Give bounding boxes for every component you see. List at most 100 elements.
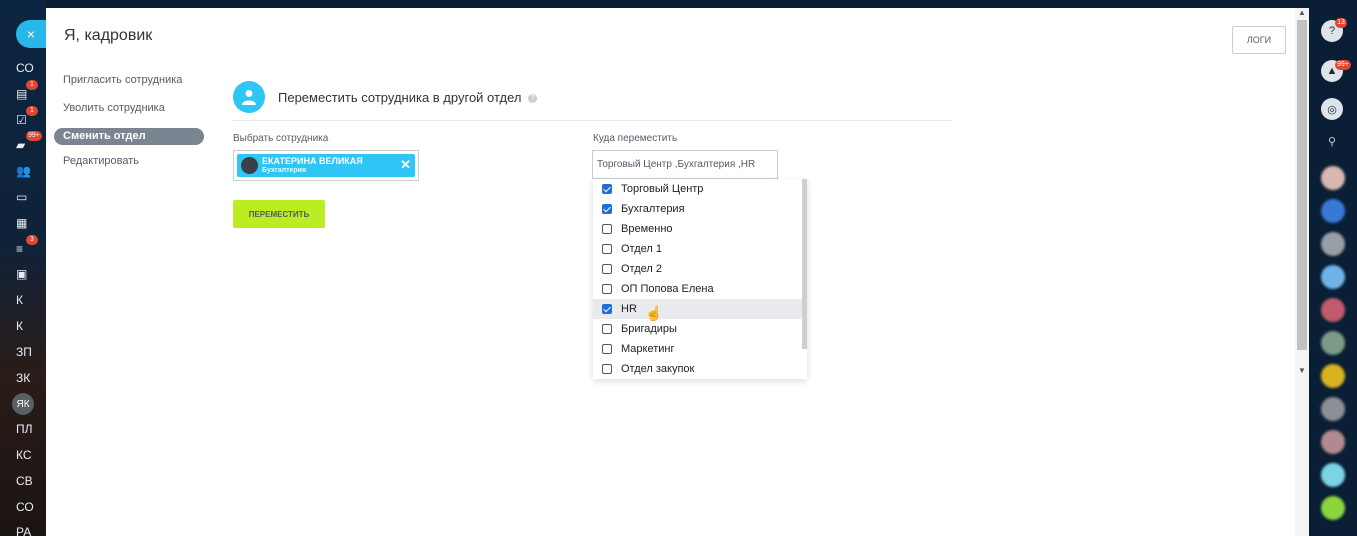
nav-item[interactable]: ≡ 3 <box>0 234 46 259</box>
checkbox[interactable] <box>602 264 612 274</box>
option-label: Временно <box>621 223 673 235</box>
logs-button[interactable]: ЛОГИ <box>1232 26 1286 54</box>
checkbox[interactable] <box>602 244 612 254</box>
side-menu: Пригласить сотрудника Уволить сотрудника С… <box>54 72 204 181</box>
menu-item[interactable]: Уволить сотрудника <box>54 100 204 120</box>
dropdown-option[interactable]: Бригадиры <box>593 319 807 339</box>
checkbox[interactable] <box>602 364 612 374</box>
nav-item[interactable]: ▤ 1 <box>0 79 46 104</box>
checkbox[interactable] <box>602 224 612 234</box>
right-bar: ? 13 ▲ 99+ ◎ ⚲ <box>1309 0 1357 536</box>
avatar[interactable] <box>1321 166 1345 190</box>
nav-label: РА <box>16 525 32 536</box>
avatar[interactable] <box>1321 430 1345 454</box>
employee-dept: Бухгалтерия <box>262 167 307 174</box>
dropdown-option[interactable]: Торговый Центр <box>593 179 807 199</box>
nav-label: ▤ <box>16 86 28 101</box>
avatar[interactable] <box>1321 397 1345 421</box>
menu-item[interactable]: Сменить отдел <box>54 128 204 145</box>
avatar[interactable] <box>1321 265 1345 289</box>
scrollbar-thumb[interactable] <box>1297 20 1307 350</box>
dropdown-option[interactable]: ОП Попова Елена <box>593 279 807 299</box>
nav-item[interactable]: ▣ <box>0 264 46 284</box>
nav-label: ≡ <box>16 241 24 256</box>
nav-item[interactable]: ЗП <box>0 342 46 362</box>
dropdown-scrollbar[interactable] <box>802 179 807 349</box>
destination-label: Куда переместить <box>593 133 678 144</box>
option-label: HR <box>621 303 637 315</box>
page-title: Я, кадровик <box>64 27 153 44</box>
checkbox[interactable] <box>602 344 612 354</box>
dropdown-option[interactable]: Отдел 1 <box>593 239 807 259</box>
avatar[interactable] <box>1321 298 1345 322</box>
nav-label: ПЛ <box>16 422 33 437</box>
checkbox[interactable] <box>602 324 612 334</box>
employee-chip[interactable]: ЕКАТЕРИНА ВЕЛИКАЯ Бухгалтерия ✕ <box>237 154 415 177</box>
avatar[interactable] <box>1321 199 1345 223</box>
checkbox[interactable] <box>602 204 612 214</box>
employee-selector[interactable]: ЕКАТЕРИНА ВЕЛИКАЯ Бухгалтерия ✕ <box>233 150 419 181</box>
nav-label: ▦ <box>16 215 28 230</box>
dropdown-option[interactable]: Бухгалтерия <box>593 199 807 219</box>
main-panel: Я, кадровик ЛОГИ Пригласить сотрудника Ув… <box>46 8 1295 536</box>
destination-input[interactable]: Торговый Центр ,Бухгалтерия ,HR <box>592 150 778 179</box>
section-title-text: Переместить сотрудника в другой отдел <box>278 90 522 105</box>
employee-name: ЕКАТЕРИНА ВЕЛИКАЯ <box>262 156 363 166</box>
avatar[interactable] <box>1321 364 1345 388</box>
nav-label: ЗК <box>16 370 31 385</box>
checkbox[interactable] <box>602 184 612 194</box>
dropdown-option[interactable]: Временно <box>593 219 807 239</box>
chevron-up-icon[interactable]: ▲ <box>1298 8 1306 17</box>
avatar <box>241 157 258 174</box>
dropdown-option[interactable]: HR ☝ <box>593 299 807 321</box>
section-title: Переместить сотрудника в другой отдел ? <box>278 90 538 105</box>
menu-item[interactable]: Редактировать <box>54 153 204 173</box>
avatar[interactable] <box>1321 232 1345 256</box>
nav-item[interactable]: 👥 <box>0 161 46 181</box>
option-label: Бригадиры <box>621 323 677 335</box>
notification-badge: 99+ <box>1335 60 1351 70</box>
nav-item[interactable]: РА <box>0 522 46 536</box>
department-dropdown: Торговый Центр Бухгалтерия Временно Отдел 1… <box>593 179 807 379</box>
option-label: Отдел 1 <box>621 243 662 255</box>
chat-icon[interactable]: ◎ <box>1321 98 1343 120</box>
page-scrollbar[interactable]: ▲ ▼ <box>1295 8 1309 536</box>
avatar[interactable] <box>1321 463 1345 487</box>
nav-item[interactable]: ▰ 99+ <box>0 131 46 155</box>
help-badge: 13 <box>1335 18 1347 28</box>
nav-item[interactable]: К <box>0 290 46 310</box>
nav-item[interactable]: ЗК <box>0 368 46 388</box>
nav-item[interactable]: СВ <box>0 471 46 491</box>
move-button[interactable]: ПЕРЕМЕСТИТЬ <box>233 200 325 228</box>
nav-item[interactable]: СО <box>0 497 46 517</box>
help-icon[interactable]: ? <box>528 94 538 104</box>
close-icon[interactable]: × <box>16 20 46 48</box>
search-icon[interactable]: ⚲ <box>1321 130 1343 152</box>
nav-label: 👥 <box>16 164 31 179</box>
nav-item[interactable]: ПЛ <box>0 419 46 439</box>
nav-label: ▣ <box>16 267 28 282</box>
nav-badge: 1 <box>26 105 38 116</box>
nav-item[interactable]: КС <box>0 445 46 465</box>
close-icon[interactable]: ✕ <box>400 157 411 173</box>
checkbox[interactable] <box>602 304 612 314</box>
option-label: ОП Попова Елена <box>621 283 714 295</box>
chevron-down-icon[interactable]: ▼ <box>1298 366 1306 375</box>
dropdown-option[interactable]: Маркетинг <box>593 339 807 359</box>
nav-item[interactable]: К <box>0 316 46 336</box>
dropdown-option[interactable]: Отдел закупок <box>593 359 807 379</box>
menu-item[interactable]: Пригласить сотрудника <box>54 72 204 92</box>
nav-label: К <box>16 319 23 333</box>
dropdown-option[interactable]: Отдел 2 <box>593 259 807 279</box>
nav-label: ЗП <box>16 344 32 359</box>
nav-item[interactable]: СО <box>0 58 46 78</box>
nav-avatar[interactable]: ЯК <box>12 393 34 416</box>
avatar[interactable] <box>1321 331 1345 355</box>
checkbox[interactable] <box>602 284 612 294</box>
nav-badge: 3 <box>26 234 38 245</box>
nav-item[interactable]: ▭ <box>0 187 46 207</box>
nav-item[interactable]: ▦ <box>0 213 46 233</box>
avatar[interactable] <box>1321 496 1345 520</box>
nav-item[interactable]: ☑ 1 <box>0 105 46 130</box>
option-label: Отдел 2 <box>621 263 662 275</box>
